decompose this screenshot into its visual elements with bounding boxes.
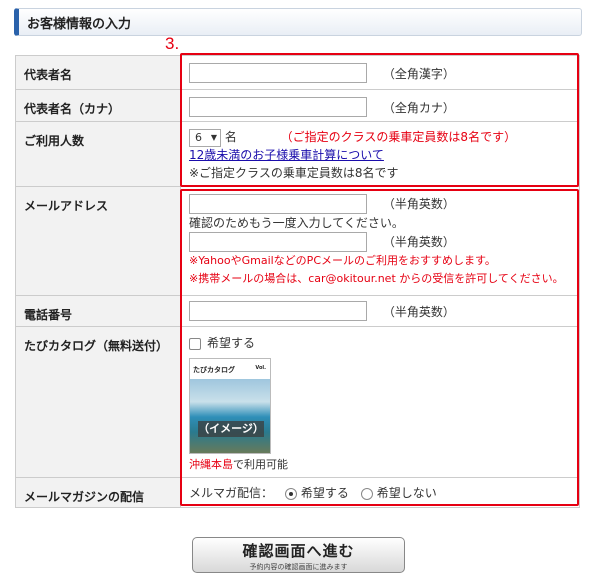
catalog-label: たびカタログ（無料送付） [15, 326, 181, 478]
rep-name-label: 代表者名 [15, 55, 181, 90]
highlight-box-3 [180, 53, 579, 187]
highlight-box-4 [180, 189, 579, 506]
rep-kana-label: 代表者名（カナ） [15, 89, 181, 122]
confirm-button-sub: 予約内容の確認画面に進みます [249, 563, 348, 571]
phone-label: 電話番号 [15, 295, 181, 327]
marker-3: 3. [165, 34, 180, 53]
magazine-label: メールマガジンの配信 [15, 477, 181, 508]
confirm-button[interactable]: 確認画面へ進む 予約内容の確認画面に進みます [192, 537, 405, 573]
section-title: お客様情報の入力 [14, 8, 582, 36]
email-label: メールアドレス [15, 186, 181, 296]
people-label: ご利用人数 [15, 121, 181, 187]
confirm-button-label: 確認画面へ進む [242, 542, 355, 560]
